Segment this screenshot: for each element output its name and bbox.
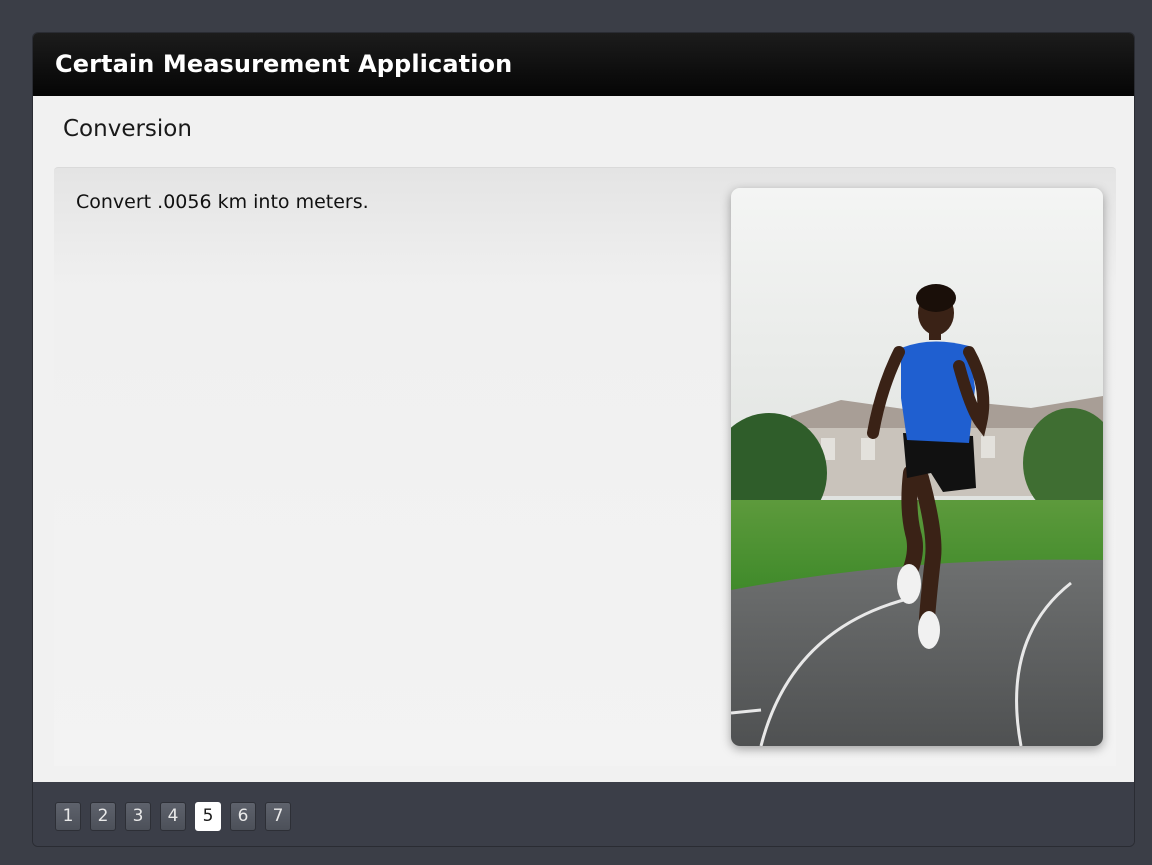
photo-image	[731, 188, 1103, 746]
page-button-2[interactable]: 2	[90, 802, 116, 831]
sprinter-photo	[731, 188, 1103, 746]
page-button-1[interactable]: 1	[55, 802, 81, 831]
page-button-7[interactable]: 7	[265, 802, 291, 831]
page-button-3[interactable]: 3	[125, 802, 151, 831]
question-panel: Convert .0056 km into meters.	[54, 167, 1116, 766]
page-button-4[interactable]: 4	[160, 802, 186, 831]
app-window: Certain Measurement Application Conversi…	[32, 32, 1135, 847]
footer-bar: 1 2 3 4 5 6 7	[33, 782, 1134, 846]
pagination: 1 2 3 4 5 6 7	[55, 802, 291, 831]
question-text: Convert .0056 km into meters.	[76, 191, 369, 213]
page-button-6[interactable]: 6	[230, 802, 256, 831]
section-title: Conversion	[63, 116, 192, 142]
content-area: Conversion Convert .0056 km into meters.	[33, 96, 1134, 782]
app-title: Certain Measurement Application	[33, 33, 1134, 96]
page-button-5[interactable]: 5	[195, 802, 221, 831]
